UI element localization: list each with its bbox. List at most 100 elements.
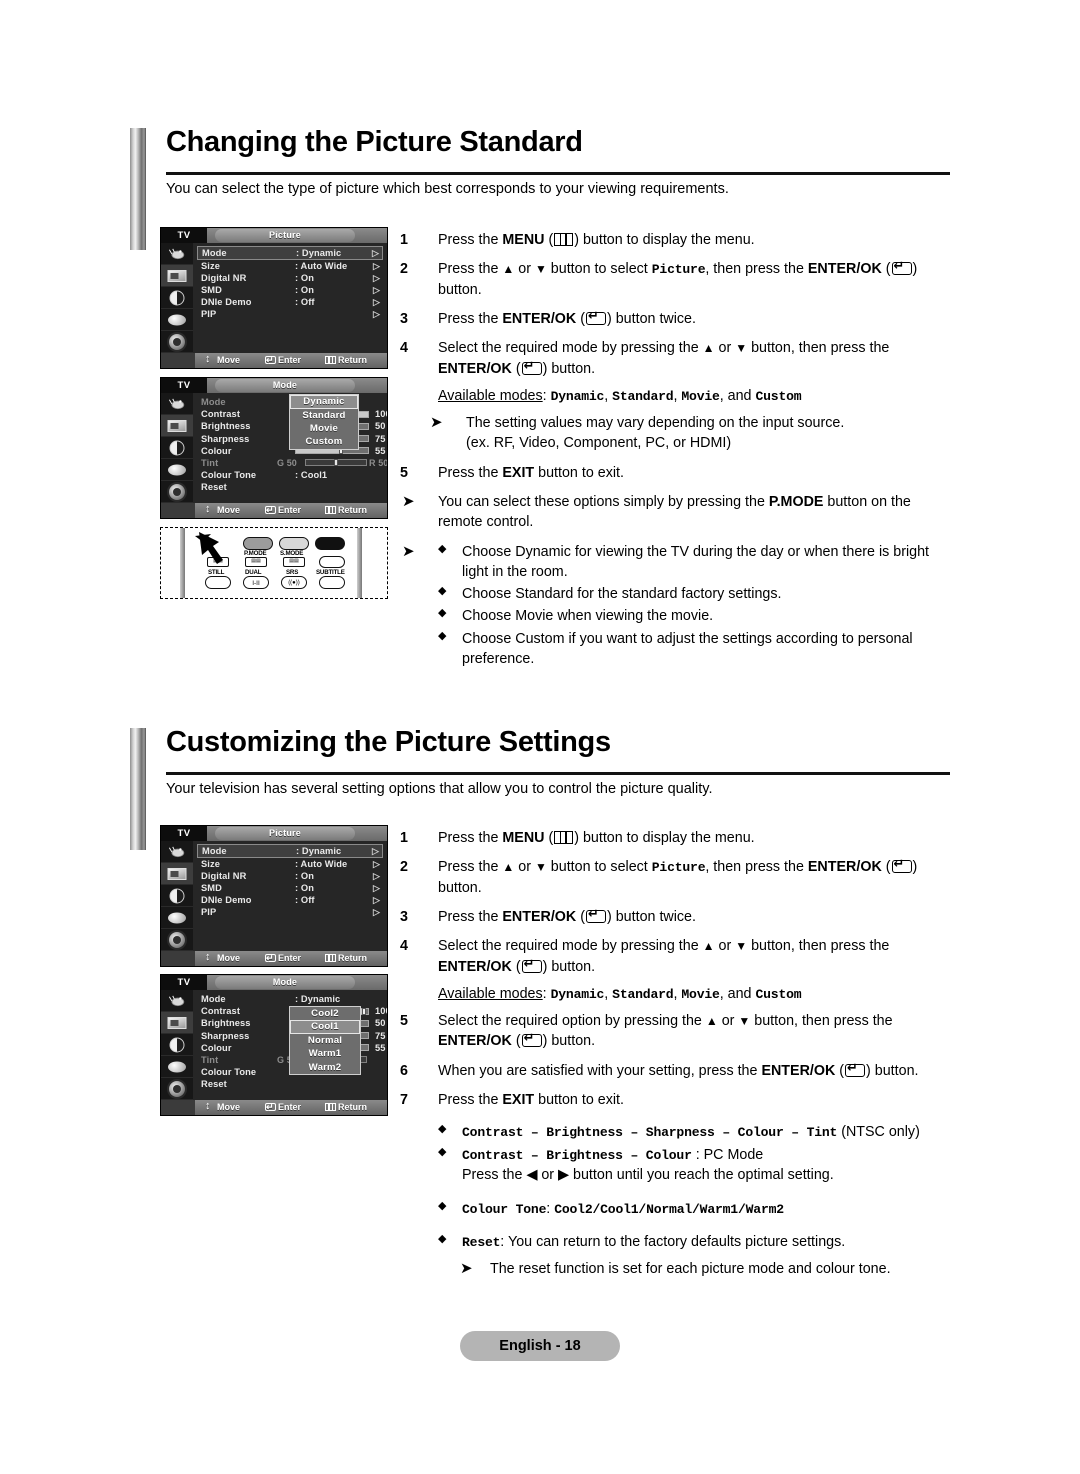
picture-menu-icon[interactable] [161,863,193,885]
row-value: : Dynamic [295,994,341,1004]
hintbar-left-block [161,503,195,518]
enter-key-icon [521,360,542,375]
gear-icon [169,1080,185,1097]
available-modes-line-1: Available modes: Dynamic, Standard, Movi… [438,388,802,405]
list-item-pc-mode: ◆ Contrast – Brightness – Colour : PC Mod… [438,1145,834,1184]
osd-row-dnie-demo[interactable]: DNIe Demo : Off ▷ [197,894,383,906]
osd-row-size[interactable]: Size : Auto Wide ▷ [197,858,383,870]
step-4: 4 Select the required mode by pressing th… [400,938,890,975]
osd-row-pip[interactable]: PIP ▷ [197,906,383,918]
row-label: Tint [201,457,219,468]
osd-row-digital-nr[interactable]: Digital NR : On ▷ [197,272,383,284]
srs-mini-button[interactable]: ▤▤ [283,557,305,567]
menu-button-name: MENU [502,830,545,846]
sound-contrast-icon[interactable] [161,287,193,309]
down-arrow-icon: ▼ [534,860,547,875]
input-antenna-icon[interactable] [161,393,193,415]
osd-row-digital-nr[interactable]: Digital NR : On ▷ [197,870,383,882]
mode-option-custom[interactable]: Custom [290,435,358,448]
input-antenna-icon[interactable] [161,990,193,1012]
tone-option-cool1[interactable]: Cool1 [290,1020,360,1035]
tone-option-warm2[interactable]: Warm2 [290,1061,360,1074]
osd-row-dnie-demo[interactable]: DNIe Demo : Off ▷ [197,296,383,308]
row-label: Tint [201,1054,219,1065]
smode-label: S.MODE [280,550,304,557]
mode-option-movie[interactable]: Movie [290,422,358,435]
smode-button[interactable] [279,537,309,550]
row-value: 75 [375,433,386,444]
hint-return: Return [325,1100,367,1115]
osd-row-colour-tone[interactable]: Colour Tone : Cool1 [197,469,383,481]
list-item: ◆ Choose Standard for the standard factor… [438,585,782,603]
picture-menu-icon[interactable] [161,1012,193,1034]
osd-row-reset[interactable]: Reset [197,1078,383,1090]
osd-row-smd[interactable]: SMD : On ▷ [197,284,383,296]
enterok-button-name: ENTER/OK [502,311,577,328]
antenna-icon [168,846,185,857]
step-1: 1 Press the MENU () button to display the… [400,232,755,248]
row-label: Digital NR [201,272,247,283]
channel-icon[interactable] [161,459,193,481]
row-label: Colour [201,445,232,456]
channel-icon[interactable] [161,309,193,331]
setup-icon[interactable] [161,1078,193,1100]
setup-icon[interactable] [161,481,193,503]
osd-row-mode[interactable]: Mode : Dynamic [197,993,383,1005]
tone-option-normal[interactable]: Normal [290,1034,360,1047]
subtitle-button[interactable] [319,576,345,589]
down-arrow-icon: ▼ [735,341,748,356]
dual-button-label: I-II [252,580,260,587]
picture-menu-icon[interactable] [161,265,193,287]
enter-key-icon [265,1100,276,1115]
osd-row-smd[interactable]: SMD : On ▷ [197,882,383,894]
hint-return: Return [325,503,367,518]
pmode-button[interactable] [243,537,273,550]
enter-key-icon [891,260,912,276]
setup-icon[interactable] [161,929,193,951]
exit-button-name: EXIT [502,1091,535,1108]
sound-contrast-icon[interactable] [161,437,193,459]
osd-menu-title: Picture [215,827,355,840]
osd-row-mode[interactable]: Mode : Dynamic ▷ [197,844,383,858]
row-value: 55 [375,445,386,456]
dual-mini-button[interactable]: ▤▤ [245,557,267,567]
mode-option-standard[interactable]: Standard [290,409,358,422]
row-value: : Cool1 [295,470,328,481]
row-value: : Auto Wide [295,858,348,869]
setup-icon[interactable] [161,331,193,353]
chevron-right-icon: ▷ [372,882,380,893]
osd-row-size[interactable]: Size : Auto Wide ▷ [197,260,383,272]
page-footer-badge: English - 18 [460,1331,620,1361]
colour-tone-options-popup: Cool2 Cool1 Normal Warm1 Warm2 [289,1006,361,1075]
channel-icon[interactable] [161,907,193,929]
tone-option-warm1[interactable]: Warm1 [290,1047,360,1060]
row-label: Mode [202,846,227,856]
tint-slider[interactable] [305,459,367,467]
mode-option-dynamic[interactable]: Dynamic [290,395,358,409]
psize-button[interactable] [315,537,345,550]
osd-row-mode[interactable]: Mode : Dynamic ▷ [197,246,383,260]
tv-screen-icon [167,419,187,432]
menu-key-icon [554,233,574,246]
osd-row-tint[interactable]: Tint G 50 R 50 [197,457,387,469]
input-antenna-icon[interactable] [161,841,193,863]
diamond-bullet-icon: ◆ [438,542,447,555]
osd-row-reset[interactable]: Reset [197,481,383,493]
sound-contrast-icon[interactable] [161,1034,193,1056]
subtitle-top-button[interactable] [319,556,345,568]
dual-button[interactable]: I-II [243,576,269,589]
up-down-arrow-icon [205,1099,215,1114]
channel-icon[interactable] [161,1056,193,1078]
row-label: Size [201,858,221,869]
still-button[interactable] [205,576,231,589]
input-antenna-icon[interactable] [161,243,193,265]
still-mini-button[interactable]: ▤▤ [207,557,229,567]
menu-key-icon [325,356,336,364]
osd-row-pip[interactable]: PIP ▷ [197,308,383,320]
steps-list-2: 1 Press the MENU () button to display the… [400,828,952,1288]
picture-menu-icon[interactable] [161,415,193,437]
tone-option-cool2[interactable]: Cool2 [290,1007,360,1020]
srs-button[interactable]: ((●)) [281,576,307,589]
sound-contrast-icon[interactable] [161,885,193,907]
left-arrow-icon: ◀ [526,1167,538,1184]
